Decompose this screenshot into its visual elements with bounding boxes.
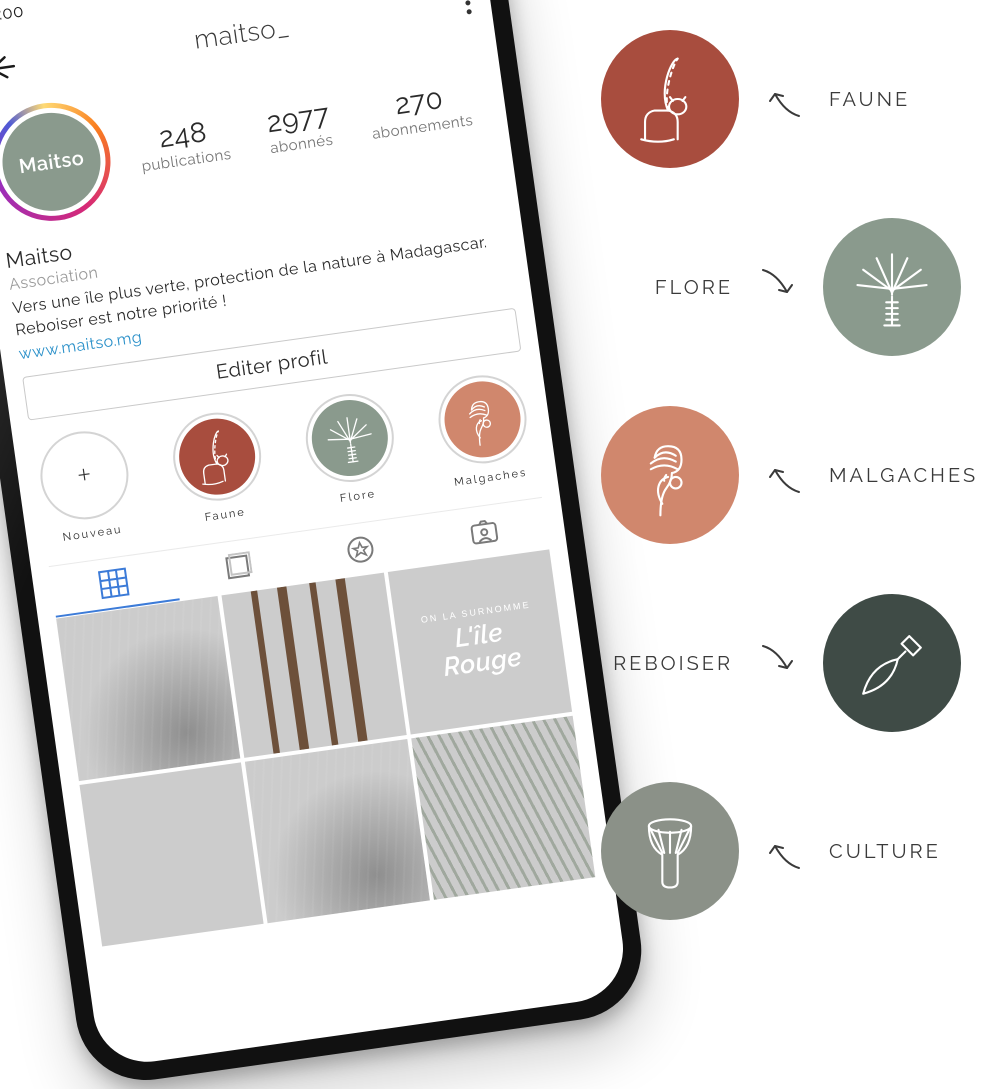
grid-icon — [97, 566, 131, 600]
post-thumbnail[interactable]: ON LA SURNOMME L'îleRouge — [388, 550, 572, 734]
photo-of-you-icon — [467, 515, 501, 549]
legend-item-faune: FAUNE — [601, 30, 961, 168]
highlight-flore-label: Flore — [339, 487, 377, 505]
headwrap-icon — [622, 427, 718, 523]
highlight-legend: FAUNE FLORE MALGACHES REBOISER — [601, 30, 961, 920]
legend-item-malgaches: MALGACHES — [601, 406, 961, 544]
legend-circle-faune — [601, 30, 739, 168]
highlight-new-label: Nouveau — [62, 523, 123, 544]
stats-followers[interactable]: 2977 abonnés — [264, 97, 334, 156]
legend-circle-flore — [823, 218, 961, 356]
back-button[interactable] — [0, 47, 21, 90]
stats-following[interactable]: 270 abonnements — [366, 78, 474, 143]
edit-profile-label: Editer profil — [215, 345, 330, 384]
arrow-icon — [761, 76, 807, 122]
legend-circle-culture — [601, 782, 739, 920]
lemur-icon — [622, 51, 718, 147]
profile-avatar[interactable]: Maitso — [0, 95, 118, 228]
legend-label-flore: FLORE — [655, 275, 733, 299]
highlight-malgaches-label: Malgaches — [453, 466, 528, 489]
posts-grid: ON LA SURNOMME L'îleRouge — [56, 550, 595, 947]
post-thumbnail[interactable] — [411, 715, 595, 899]
headwrap-icon — [449, 386, 517, 454]
star-circle-icon — [344, 532, 378, 566]
legend-circle-reboiser — [823, 594, 961, 732]
feed-icon — [222, 551, 254, 583]
avatar-label: Maitso — [17, 145, 85, 178]
highlight-faune-label: Faune — [204, 505, 247, 524]
arrow-icon — [761, 828, 807, 874]
stats-posts[interactable]: 248 publications — [136, 112, 233, 175]
more-options-button[interactable] — [464, 0, 472, 14]
legend-label-reboiser: REBOISER — [613, 651, 733, 675]
profile-username[interactable]: maitso_ — [192, 13, 292, 56]
highlight-new[interactable]: + Nouveau — [35, 426, 137, 546]
post-thumbnail[interactable] — [222, 573, 406, 757]
highlight-malgaches[interactable]: Malgaches — [433, 370, 535, 490]
highlight-flore[interactable]: Flore — [300, 389, 402, 509]
post-thumbnail[interactable] — [245, 739, 429, 923]
plus-icon: + — [77, 474, 92, 476]
highlight-faune[interactable]: Faune — [167, 407, 269, 527]
legend-label-faune: FAUNE — [829, 87, 910, 111]
phone-mockup: 12:00 maitso_ Maitso — [0, 0, 650, 1089]
legend-label-culture: CULTURE — [829, 839, 941, 863]
djembe-icon — [622, 803, 718, 899]
status-time: 12:00 — [0, 0, 25, 26]
trowel-icon — [844, 615, 940, 711]
ravinala-icon — [316, 404, 384, 472]
legend-circle-malgaches — [601, 406, 739, 544]
legend-item-culture: CULTURE — [601, 782, 961, 920]
post-thumbnail[interactable] — [56, 596, 240, 780]
arrow-icon — [755, 264, 801, 310]
arrow-icon — [755, 640, 801, 686]
legend-item-reboiser: REBOISER — [601, 594, 961, 732]
arrow-icon — [761, 452, 807, 498]
lemur-icon — [183, 423, 251, 491]
post-thumbnail[interactable] — [79, 762, 263, 946]
ravinala-icon — [844, 239, 940, 335]
legend-label-malgaches: MALGACHES — [829, 463, 978, 487]
legend-item-flore: FLORE — [601, 218, 961, 356]
